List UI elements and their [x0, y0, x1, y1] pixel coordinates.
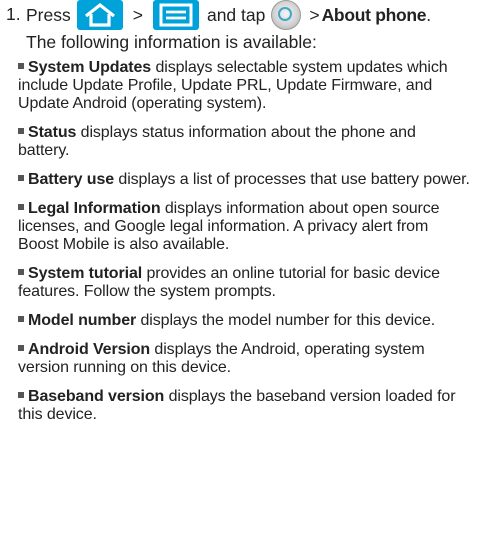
list-item: System tutorial provides an online tutor… — [18, 265, 470, 301]
item-term: Legal Information — [28, 200, 161, 217]
settings-icon-ring — [278, 7, 293, 21]
step-number: 1. — [6, 4, 21, 24]
item-desc: displays a list of processes that use ba… — [114, 171, 470, 188]
bullet-icon — [18, 392, 24, 398]
item-desc: displays status information about the ph… — [18, 124, 416, 159]
bullet-icon — [18, 316, 24, 322]
intro-text: The following information is available: — [26, 32, 317, 52]
list-item: System Updates displays selectable syste… — [18, 59, 470, 113]
item-term: Model number — [28, 312, 137, 329]
list-item: Legal Information displays information a… — [18, 200, 470, 254]
bullet-icon — [18, 63, 24, 69]
list-item: Model number displays the model number f… — [18, 312, 470, 330]
step-instruction-line: Press > and tap > About phone . — [26, 0, 489, 32]
item-term: Android Version — [28, 341, 151, 358]
item-term: System Updates — [28, 59, 152, 76]
item-desc: displays the model number for this devic… — [136, 312, 436, 329]
press-text: Press — [26, 4, 71, 25]
about-phone-label: About phone — [321, 4, 427, 25]
bullet-icon — [18, 204, 24, 210]
list-item: Status displays status information about… — [18, 124, 470, 160]
bullet-icon — [18, 269, 24, 275]
greater-than-2: > — [309, 4, 320, 25]
bullet-icon — [18, 175, 24, 181]
greater-than-1: > — [132, 4, 143, 25]
home-icon — [76, 0, 123, 30]
item-term: Battery use — [28, 171, 115, 188]
instruction-page: 1. Press > and tap > About phone . The f… — [0, 0, 489, 543]
item-term: Status — [28, 124, 77, 141]
info-list: System Updates displays selectable syste… — [6, 59, 489, 424]
list-item: Android Version displays the Android, op… — [18, 341, 470, 377]
period: . — [426, 4, 432, 25]
bullet-icon — [18, 345, 24, 351]
step-1: 1. Press > and tap > About phone . The f… — [6, 0, 489, 59]
list-item: Battery use displays a list of processes… — [18, 171, 470, 189]
item-term: System tutorial — [28, 265, 143, 282]
list-item: Baseband version displays the baseband v… — [18, 388, 470, 424]
menu-icon — [152, 0, 199, 30]
bullet-icon — [18, 128, 24, 134]
step-body: Press > and tap > About phone . The foll… — [26, 0, 489, 59]
item-term: Baseband version — [28, 388, 165, 405]
and-tap-text: and tap — [206, 4, 266, 25]
settings-icon — [271, 0, 302, 30]
